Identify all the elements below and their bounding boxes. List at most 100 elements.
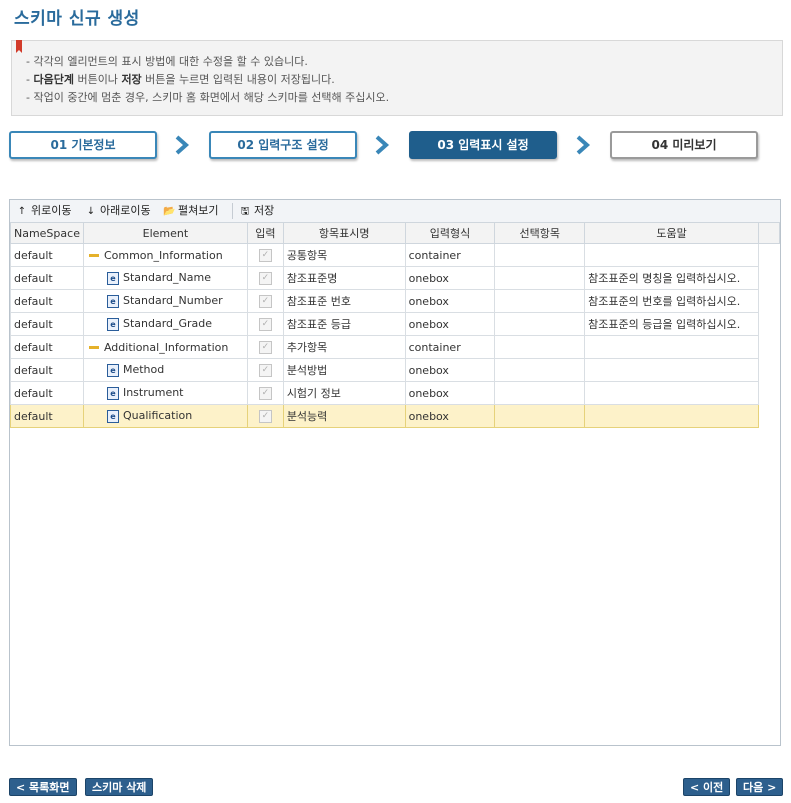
cell-input-format[interactable]: container <box>404 335 496 359</box>
cell-display-name[interactable]: 참조표준 번호 <box>282 289 406 313</box>
notice-next-step-term: 다음단계 <box>33 73 74 86</box>
notice-line-2: - 다음단계 버튼이나 저장 버튼을 누르면 입력된 내용이 저장됩니다. <box>26 71 335 87</box>
cell-options[interactable] <box>494 312 586 336</box>
table-row[interactable]: default e Standard_Grade ✓ 참조표준 등급 onebox… <box>10 312 780 336</box>
cell-display-name[interactable]: 참조표준 등급 <box>282 312 406 336</box>
notice-line-1: - 각각의 엘리먼트의 표시 방법에 대한 수정을 할 수 있습니다. <box>26 55 308 68</box>
cell-display-name[interactable]: 분석능력 <box>282 404 406 428</box>
step-preview[interactable]: 04 미리보기 <box>610 131 758 159</box>
col-input-format[interactable]: 입력형식 <box>404 222 496 244</box>
cell-namespace: default <box>10 243 84 267</box>
cell-help[interactable] <box>584 404 760 428</box>
cell-element[interactable]: e Standard_Name <box>82 266 248 290</box>
cell-namespace: default <box>10 358 84 382</box>
cell-element[interactable]: Common_Information <box>82 243 248 267</box>
chevron-right-icon <box>576 135 591 155</box>
cell-input-format[interactable]: onebox <box>404 312 496 336</box>
notice-save-term: 저장 <box>121 73 142 86</box>
step-input-display[interactable]: 03 입력표시 설정 <box>409 131 557 159</box>
cell-element[interactable]: e Qualification <box>82 404 248 428</box>
notice-line-2-mid: 버튼이나 <box>73 73 122 86</box>
input-checkbox: ✓ <box>258 409 272 423</box>
cell-input-format[interactable]: onebox <box>404 358 496 382</box>
cell-display-name[interactable]: 참조표준명 <box>282 266 406 290</box>
col-namespace[interactable]: NameSpace <box>10 222 84 244</box>
table-row[interactable]: default e Standard_Name ✓ 참조표준명 onebox 참조… <box>10 266 780 290</box>
cell-element[interactable]: e Instrument <box>82 381 248 405</box>
table-row[interactable]: default e Standard_Number ✓ 참조표준 번호 onebo… <box>10 289 780 313</box>
save-icon: 🖫 <box>240 206 250 217</box>
collapse-icon[interactable] <box>88 346 99 349</box>
cell-input: ✓ <box>246 358 284 382</box>
move-down-button[interactable]: ↓ 아래로이동 <box>85 204 151 218</box>
cell-input: ✓ <box>246 404 284 428</box>
cell-display-name[interactable]: 분석방법 <box>282 358 406 382</box>
cell-display-name[interactable]: 추가항목 <box>282 335 406 359</box>
step-basic-info[interactable]: 01 기본정보 <box>9 131 157 159</box>
cell-help[interactable] <box>584 358 760 382</box>
element-icon: e <box>106 317 119 331</box>
cell-options[interactable] <box>494 289 586 313</box>
cell-help[interactable] <box>584 243 760 267</box>
move-up-button[interactable]: ↑ 위로이동 <box>16 204 72 218</box>
cell-display-name[interactable]: 시험기 정보 <box>282 381 406 405</box>
element-icon: e <box>106 294 119 308</box>
step-input-structure[interactable]: 02 입력구조 설정 <box>209 131 357 159</box>
cell-display-name[interactable]: 공통항목 <box>282 243 406 267</box>
arrow-up-icon: ↑ <box>17 206 27 217</box>
cell-help[interactable] <box>584 381 760 405</box>
input-checkbox: ✓ <box>258 317 272 331</box>
element-icon: e <box>106 271 119 285</box>
save-button[interactable]: 🖫 저장 <box>239 204 275 218</box>
expand-button[interactable]: 📂 펼쳐보기 <box>163 204 218 218</box>
cell-help[interactable]: 참조표준의 명칭을 입력하십시오. <box>584 266 760 290</box>
cell-input: ✓ <box>246 335 284 359</box>
prev-button[interactable]: < 이전 <box>683 778 731 796</box>
cell-input-format[interactable]: onebox <box>404 404 496 428</box>
element-icon: e <box>106 386 119 400</box>
col-display-name[interactable]: 항목표시명 <box>282 222 406 244</box>
cell-options[interactable] <box>494 404 586 428</box>
col-help[interactable]: 도움말 <box>584 222 760 244</box>
table-row[interactable]: default e Method ✓ 분석방법 onebox <box>10 358 780 382</box>
cell-options[interactable] <box>494 335 586 359</box>
col-element[interactable]: Element <box>82 222 248 244</box>
col-input[interactable]: 입력 <box>246 222 284 244</box>
toolbar-divider <box>232 203 233 219</box>
cell-help[interactable]: 참조표준의 번호를 입력하십시오. <box>584 289 760 313</box>
cell-input-format[interactable]: onebox <box>404 381 496 405</box>
element-grid: ↑ 위로이동 ↓ 아래로이동 📂 펼쳐보기 🖫 저장 NameSpace Element… <box>9 199 781 746</box>
cell-element[interactable]: e Standard_Number <box>82 289 248 313</box>
table-row[interactable]: default Additional_Information ✓ 추가항목 co… <box>10 335 780 359</box>
cell-help[interactable]: 참조표준의 등급을 입력하십시오. <box>584 312 760 336</box>
cell-element[interactable]: e Method <box>82 358 248 382</box>
expand-label: 펼쳐보기 <box>178 204 219 217</box>
table-row[interactable]: default e Instrument ✓ 시험기 정보 onebox <box>10 381 780 405</box>
cell-options[interactable] <box>494 243 586 267</box>
collapse-icon[interactable] <box>88 254 99 257</box>
arrow-down-icon: ↓ <box>86 206 96 217</box>
notice-line-3: - 작업이 중간에 멈춘 경우, 스키마 홈 화면에서 해당 스키마를 선택해 … <box>26 91 390 104</box>
cell-input-format[interactable]: onebox <box>404 266 496 290</box>
table-row-selected[interactable]: default e Qualification ✓ 분석능력 onebox <box>10 404 780 428</box>
cell-options[interactable] <box>494 266 586 290</box>
cell-element[interactable]: Additional_Information <box>82 335 248 359</box>
cell-input-format[interactable]: onebox <box>404 289 496 313</box>
table-row[interactable]: default Common_Information ✓ 공통항목 contai… <box>10 243 780 267</box>
element-label: Standard_Name <box>122 271 211 285</box>
next-button[interactable]: 다음 > <box>736 778 784 796</box>
cell-options[interactable] <box>494 358 586 382</box>
cell-options[interactable] <box>494 381 586 405</box>
input-checkbox: ✓ <box>258 271 272 285</box>
cell-input-format[interactable]: container <box>404 243 496 267</box>
cell-namespace: default <box>10 312 84 336</box>
cell-input: ✓ <box>246 266 284 290</box>
col-options[interactable]: 선택항목 <box>494 222 586 244</box>
element-icon: e <box>106 409 119 423</box>
cell-element[interactable]: e Standard_Grade <box>82 312 248 336</box>
list-button[interactable]: < 목록화면 <box>9 778 77 796</box>
element-label: Additional_Information <box>103 340 229 354</box>
notice-line-2-suffix: 버튼을 누르면 입력된 내용이 저장됩니다. <box>141 73 335 86</box>
delete-schema-button[interactable]: 스키마 삭제 <box>85 778 154 796</box>
cell-help[interactable] <box>584 335 760 359</box>
